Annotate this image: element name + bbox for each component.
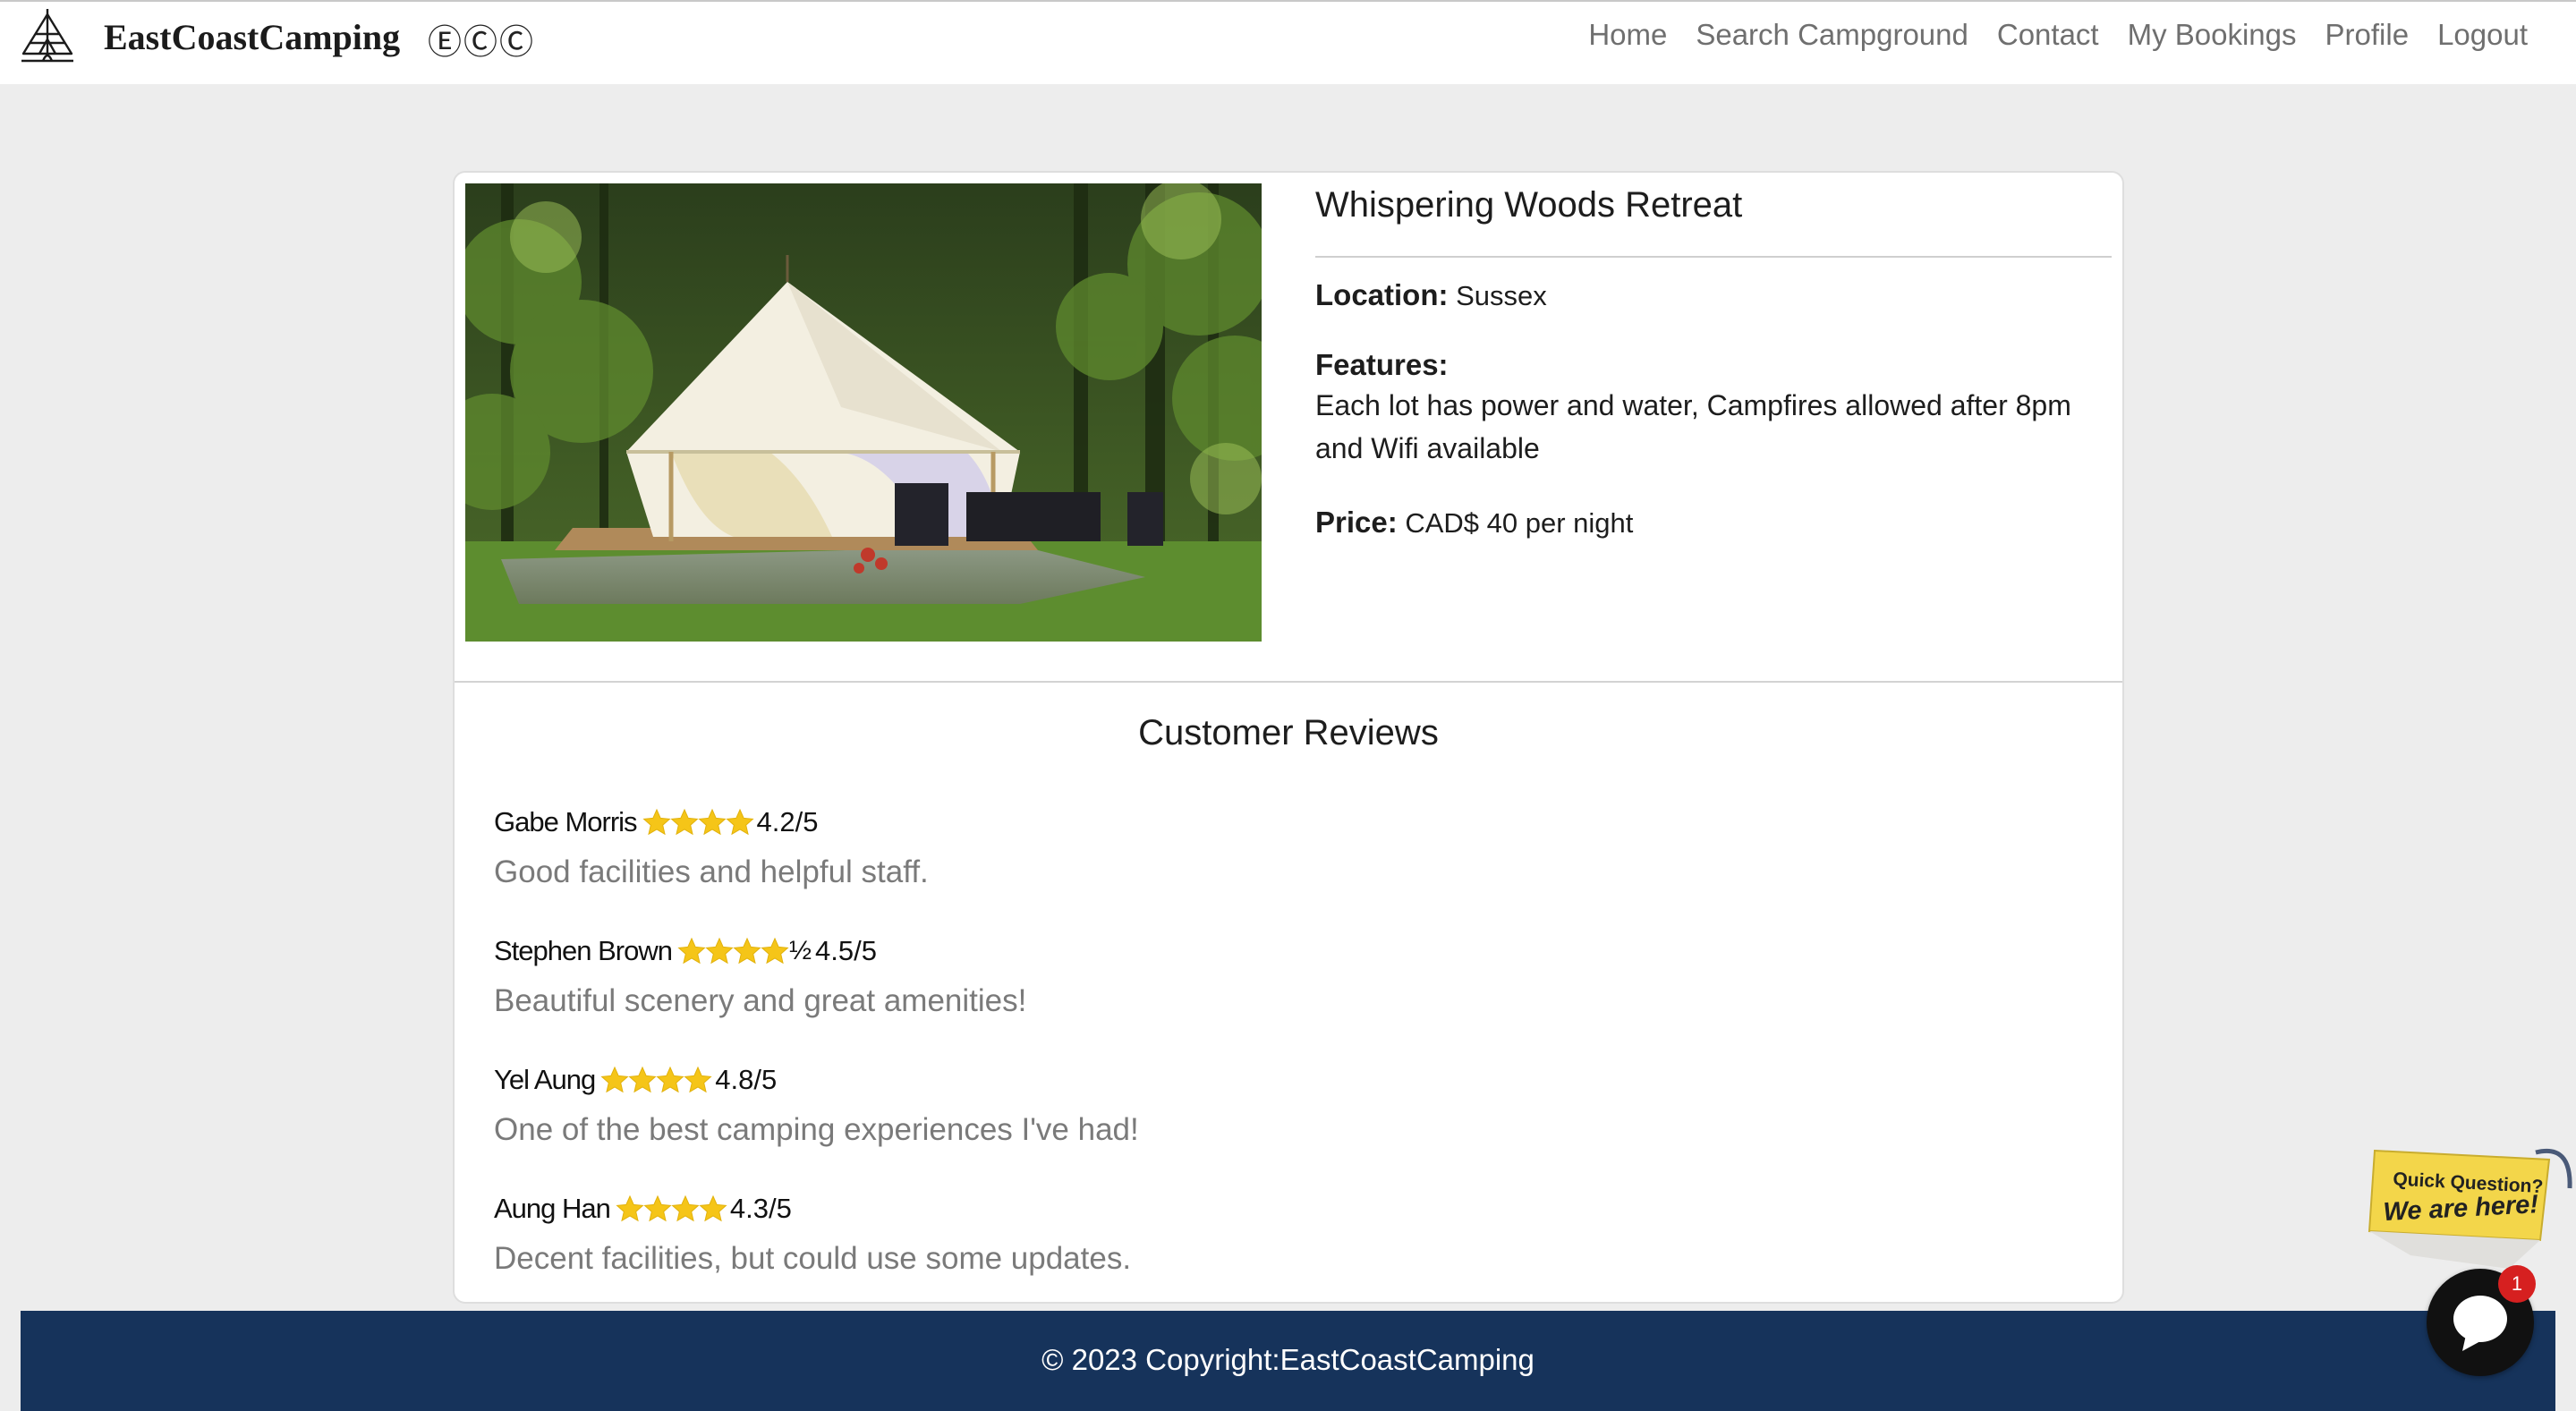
reviews-heading: Customer Reviews [1138,713,1439,752]
review-text: Beautiful scenery and great amenities! [494,983,1027,1018]
star-icon [656,1066,684,1093]
nav-my-bookings[interactable]: My Bookings [2113,18,2311,52]
star-icon [761,937,789,965]
campground-card: Whispering Woods Retreat Location: Susse… [453,171,2124,1304]
nav-home[interactable]: Home [1574,18,1681,52]
review-header: Yel Aung 4.8/5 [494,1060,2015,1100]
star-rating [642,808,754,837]
rating-value: 4.5/5 [815,935,877,966]
details-divider [1315,256,2112,258]
brand-marks: ⒺⒸⒸ [428,24,536,62]
review-text: One of the best camping experiences I've… [494,1112,1139,1147]
location-value: Sussex [1456,280,1547,311]
campfire-tent-logo-icon[interactable] [18,7,77,66]
top-navbar: EastCoastCamping ⒺⒸⒸ Home Search Campgro… [0,0,2576,84]
copyright-text: © 2023 Copyright:EastCoastCamping [1041,1343,1535,1376]
star-rating [616,1194,727,1223]
star-icon [671,1194,700,1222]
chat-unread-badge: 1 [2498,1265,2536,1303]
location-label: Location: [1315,278,1449,311]
star-rating [600,1066,712,1094]
star-icon [669,808,699,836]
star-icon [600,1066,629,1093]
star-icon [616,1194,644,1222]
rating-value: 4.8/5 [715,1064,778,1095]
star-icon [628,1066,657,1093]
review-item: Stephen Brown ½ 4.5/5 Beautiful scenery and… [494,931,2015,1019]
star-icon [699,1194,727,1222]
reviewer-name: Gabe Morris [494,806,638,837]
price-label: Price: [1315,506,1398,539]
price-row: Price: CAD$ 40 per night [1315,506,1633,540]
half-star-mark: ½ [788,936,812,965]
review-text: Good facilities and helpful staff. [494,854,929,889]
review-item: Yel Aung 4.8/5 One of the best camping exp… [494,1060,2015,1148]
review-header: Gabe Morris 4.2/5 [494,803,2015,842]
chat-promo-banner[interactable]: Quick Question? We are here! [2357,1135,2576,1269]
nav-profile[interactable]: Profile [2311,18,2424,52]
price-value: CAD$ 40 per night [1405,507,1634,539]
features-label: Features: [1315,348,1449,381]
star-icon [684,1066,712,1093]
campground-title: Whispering Woods Retreat [1315,185,1743,225]
review-text: Decent facilities, but could use some up… [494,1241,1132,1276]
star-icon [725,808,754,836]
star-icon [642,808,671,836]
star-icon [733,937,761,965]
star-icon [677,937,706,965]
star-icon [705,937,734,965]
location-row: Location: Sussex [1315,278,1547,312]
reviewer-name: Yel Aung [494,1064,596,1095]
nav-search-campground[interactable]: Search Campground [1681,18,1983,52]
reviewer-name: Stephen Brown [494,935,673,966]
review-header: Stephen Brown ½ 4.5/5 [494,931,2015,971]
features-value: Each lot has power and water, Campfires … [1315,389,2071,464]
reviewer-name: Aung Han [494,1193,611,1224]
star-icon [643,1194,672,1222]
rating-value: 4.3/5 [729,1193,792,1224]
star-icon [697,808,727,836]
campground-photo [465,183,1262,642]
footer: © 2023 Copyright:EastCoastCamping [21,1311,2555,1411]
review-item: Gabe Morris 4.2/5 Good facilities and help… [494,803,2015,890]
nav-contact[interactable]: Contact [1983,18,2113,52]
review-item: Aung Han 4.3/5 Decent facilities, but coul… [494,1189,2015,1277]
brand-name[interactable]: EastCoastCamping [104,16,400,58]
review-header: Aung Han 4.3/5 [494,1189,2015,1228]
rating-value: 4.2/5 [756,806,819,837]
reviews-divider [455,681,2122,683]
nav-links: Home Search Campground Contact My Bookin… [1574,18,2542,52]
nav-logout[interactable]: Logout [2423,18,2542,52]
star-rating [677,937,789,965]
